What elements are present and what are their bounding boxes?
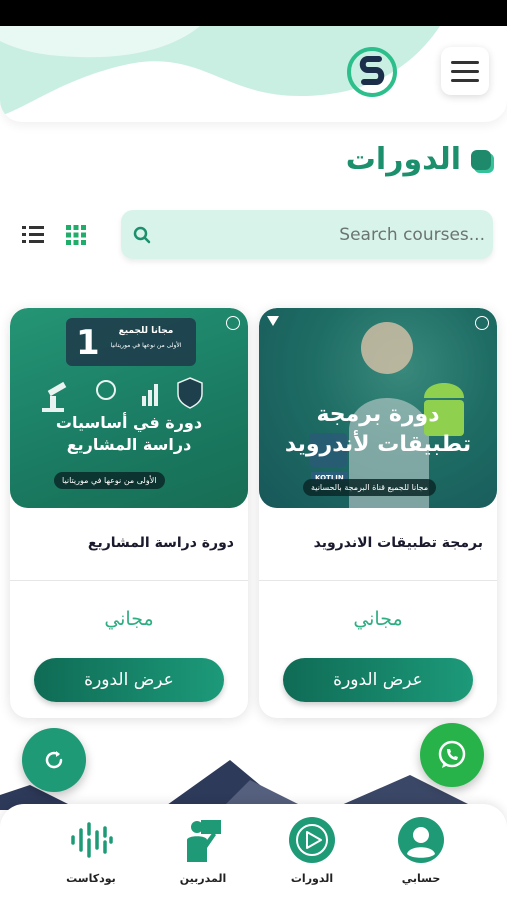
list-view-icon[interactable] xyxy=(22,225,44,245)
play-courses-icon xyxy=(289,817,335,863)
course-image-top-sub: الأولى من نوعها في موريتانيا xyxy=(110,342,182,349)
search-bar[interactable] xyxy=(121,210,493,259)
app-header xyxy=(0,26,507,122)
course-image-title: دورة في أساسيات دراسة المشاريع xyxy=(55,413,203,454)
header-wave-decoration xyxy=(0,26,440,116)
title-bullet-icon xyxy=(471,149,491,170)
nav-item-courses[interactable]: الدورات xyxy=(267,814,357,885)
nav-label: بودكاست xyxy=(66,872,116,885)
whatsapp-icon xyxy=(438,740,466,768)
card-divider xyxy=(259,580,497,581)
page-title: الدورات xyxy=(345,142,461,177)
nav-item-trainers[interactable]: المدربين xyxy=(158,814,248,885)
search-icon[interactable] xyxy=(133,226,151,244)
account-icon xyxy=(398,817,444,863)
whatsapp-button[interactable] xyxy=(420,723,484,787)
grid-view-icon[interactable] xyxy=(66,225,86,245)
nav-label: المدربين xyxy=(179,872,227,885)
view-course-button[interactable]: عرض الدورة xyxy=(34,658,224,702)
course-image-badge: الأولى من نوعها في موريتانيا xyxy=(54,472,165,489)
search-input[interactable] xyxy=(159,210,485,259)
podcast-icon xyxy=(71,822,113,858)
nav-item-account[interactable]: حسابي xyxy=(376,814,466,885)
course-card[interactable]: دورة برمجة تطبيقات لأندرويد KOTLIN مجانا… xyxy=(259,308,497,718)
nav-label: الدورات xyxy=(290,872,334,885)
bottom-navigation: حسابي الدورات المدربين بودكاست xyxy=(0,804,507,900)
course-image-title: دورة برمجة تطبيقات لأندرويد xyxy=(284,402,472,457)
hamburger-menu-button[interactable] xyxy=(441,47,489,95)
nav-label: حسابي xyxy=(401,872,441,885)
course-image-top-label: مجانا للجميع xyxy=(118,326,174,336)
refresh-icon xyxy=(45,751,63,769)
course-price: مجاني xyxy=(353,608,403,630)
course-card[interactable]: 1 مجانا للجميع الأولى من نوعها في موريتا… xyxy=(10,308,248,718)
course-name[interactable]: دورة دراسة المشاريع xyxy=(88,535,234,551)
status-bar xyxy=(0,0,507,26)
course-image-number: 1 xyxy=(76,323,100,363)
course-image-badge: مجانا للجميع قناة البرمجة بالحسانية xyxy=(303,479,437,496)
nav-item-podcast[interactable]: بودكاست xyxy=(46,814,136,885)
corner-badge-icon xyxy=(226,316,240,330)
brand-logo-icon[interactable] xyxy=(346,46,398,98)
course-image[interactable]: 1 مجانا للجميع الأولى من نوعها في موريتا… xyxy=(10,308,248,508)
course-image[interactable]: دورة برمجة تطبيقات لأندرويد KOTLIN مجانا… xyxy=(259,308,497,508)
card-divider xyxy=(10,580,248,581)
corner-badge-icon xyxy=(475,316,489,330)
refresh-button[interactable] xyxy=(22,728,86,792)
trainers-icon xyxy=(187,820,221,862)
course-name[interactable]: برمجة تطبيقات الاندرويد xyxy=(314,535,483,551)
page-title-row: الدورات xyxy=(346,142,491,177)
course-price: مجاني xyxy=(104,608,154,630)
view-course-button[interactable]: عرض الدورة xyxy=(283,658,473,702)
